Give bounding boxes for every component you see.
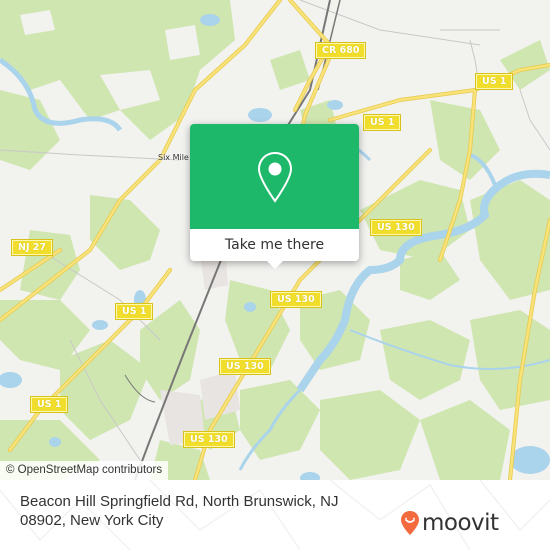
map-attribution[interactable]: © OpenStreetMap contributors [0,461,169,480]
road-shield-us-130: US 130 [219,358,271,375]
popup-pointer [267,261,283,269]
road-shield-us-130: US 130 [270,291,322,308]
road-shield-us-1: US 1 [114,303,154,320]
road-shield-cr-680: CR 680 [314,42,367,59]
road-shield-us-1: US 1 [474,73,514,90]
road-shield-us-1: US 1 [362,114,402,131]
location-popup: Take me there [190,124,359,269]
road-shield-us-130: US 130 [370,219,422,236]
popup-header [190,124,359,229]
moovit-logo[interactable]: moovit [400,510,499,536]
map-pin-icon [257,151,292,203]
moovit-pin-smile-icon [401,511,419,535]
road-shield-us-1: US 1 [29,396,69,413]
place-label-six-mile: Six Mile [158,153,189,162]
moovit-wordmark: moovit [422,510,499,536]
map-view[interactable]: CR 680 US 1 US 1 NJ 27 US 1 US 130 US 13… [0,0,550,480]
footer: Beacon Hill Springfield Rd, North Brunsw… [0,480,550,550]
take-me-there-button[interactable]: Take me there [190,229,359,261]
address-text: Beacon Hill Springfield Rd, North Brunsw… [20,493,339,529]
road-shield-nj-27: NJ 27 [10,239,54,256]
road-shield-us-130: US 130 [183,431,235,448]
